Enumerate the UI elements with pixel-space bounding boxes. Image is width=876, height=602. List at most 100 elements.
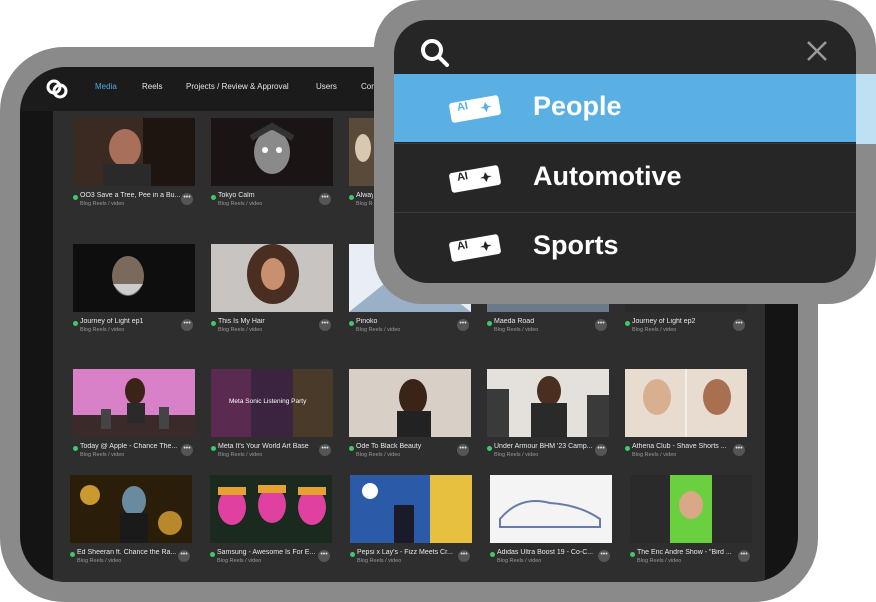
media-card[interactable]: Ed Sheeran ft. Chance the Ra... Blog Ree… bbox=[70, 475, 194, 571]
card-title: The Eric Andre Show - "Bird ... bbox=[637, 549, 732, 556]
video-thumbnail[interactable] bbox=[73, 369, 195, 437]
ai-tag-icon bbox=[449, 95, 501, 123]
more-options-button[interactable]: ••• bbox=[595, 319, 607, 331]
media-card[interactable]: Tokyo Calm Blog Reels / video ••• bbox=[211, 118, 335, 214]
status-dot bbox=[487, 321, 492, 326]
video-thumbnail[interactable] bbox=[349, 369, 471, 437]
card-subtitle: Blog Reels / video bbox=[80, 327, 125, 333]
status-dot bbox=[350, 552, 355, 557]
card-subtitle: Blog Reels / video bbox=[494, 327, 539, 333]
search-result-label: Automotive bbox=[533, 161, 682, 191]
status-dot bbox=[211, 321, 216, 326]
media-card[interactable]: Samsung - Awesome Is For E... Blog Reels… bbox=[210, 475, 334, 571]
more-options-button[interactable]: ••• bbox=[319, 193, 331, 205]
nav-media[interactable]: Media bbox=[95, 82, 117, 91]
media-card[interactable]: Today @ Apple - Chance The... Blog Reels… bbox=[73, 369, 197, 465]
video-thumbnail[interactable] bbox=[350, 475, 472, 543]
media-card[interactable]: OO3 Save a Tree, Pee in a Bu... Blog Ree… bbox=[73, 118, 197, 214]
video-thumbnail[interactable] bbox=[211, 118, 333, 186]
card-title: Today @ Apple - Chance The... bbox=[80, 443, 178, 450]
search-bar[interactable] bbox=[394, 20, 856, 74]
card-title: Athena Club - Shave Shorts ... bbox=[632, 443, 727, 450]
ai-tag-icon bbox=[449, 234, 501, 262]
card-title: OO3 Save a Tree, Pee in a Bu... bbox=[80, 192, 180, 199]
media-card[interactable]: Adidas Ultra Boost 19 - Co-C... Blog Ree… bbox=[490, 475, 614, 571]
card-title: Under Armour BHM '23 Camp... bbox=[494, 443, 593, 450]
ai-badge-text: AI bbox=[456, 170, 469, 184]
card-subtitle: Blog Reels / video bbox=[218, 327, 263, 333]
video-thumbnail[interactable] bbox=[211, 244, 333, 312]
app-logo-icon[interactable] bbox=[46, 79, 68, 99]
card-title: This Is My Hair bbox=[218, 318, 265, 325]
status-dot bbox=[625, 446, 630, 451]
media-card[interactable]: Ode To Black Beauty Blog Reels / video •… bbox=[349, 369, 473, 465]
ai-badge-text: AI bbox=[456, 239, 469, 253]
video-thumbnail[interactable] bbox=[487, 369, 609, 437]
more-options-button[interactable]: ••• bbox=[319, 444, 331, 456]
more-options-button[interactable]: ••• bbox=[457, 444, 469, 456]
selection-edge-highlight bbox=[856, 74, 876, 144]
card-subtitle: Blog Reels / video bbox=[356, 201, 373, 207]
card-subtitle: Blog Reels / video bbox=[494, 452, 539, 458]
card-title: Samsung - Awesome Is For E... bbox=[217, 549, 316, 556]
card-title: Journey of Light ep1 bbox=[80, 318, 144, 325]
video-thumbnail[interactable]: Meta Sonic Listening Party bbox=[211, 369, 333, 437]
media-card[interactable]: Meta Sonic Listening Party Meta It's You… bbox=[211, 369, 335, 465]
more-options-button[interactable]: ••• bbox=[318, 550, 330, 562]
status-dot bbox=[211, 446, 216, 451]
media-card[interactable]: This Is My Hair Blog Reels / video ••• bbox=[211, 244, 335, 340]
video-thumbnail[interactable] bbox=[349, 118, 375, 186]
card-subtitle: Blog Reels / video bbox=[356, 327, 401, 333]
video-thumbnail[interactable] bbox=[630, 475, 752, 543]
nav-users[interactable]: Users bbox=[316, 82, 337, 91]
more-options-button[interactable]: ••• bbox=[319, 319, 331, 331]
card-title: Ode To Black Beauty bbox=[356, 443, 422, 450]
nav-reels[interactable]: Reels bbox=[142, 82, 162, 91]
card-title: Journey of Light ep2 bbox=[632, 318, 696, 325]
more-options-button[interactable]: ••• bbox=[181, 319, 193, 331]
status-dot bbox=[73, 195, 78, 200]
search-result-label: People bbox=[533, 91, 622, 121]
search-popup-frame: AI People AI Automotive AI Sports bbox=[374, 0, 876, 304]
more-options-button[interactable]: ••• bbox=[178, 550, 190, 562]
more-options-button[interactable]: ••• bbox=[181, 444, 193, 456]
close-icon[interactable] bbox=[806, 40, 828, 62]
video-thumbnail[interactable] bbox=[73, 244, 195, 312]
card-title: Pinoko bbox=[356, 318, 378, 325]
media-card[interactable]: Athena Club - Shave Shorts ... Blog Reel… bbox=[625, 369, 749, 465]
more-options-button[interactable]: ••• bbox=[598, 550, 610, 562]
card-title: Pepsi x Lay's - Fizz Meets Cr... bbox=[357, 549, 453, 556]
status-dot bbox=[487, 446, 492, 451]
card-subtitle: Blog Reels / video bbox=[356, 452, 401, 458]
search-popup: AI People AI Automotive AI Sports bbox=[394, 20, 856, 283]
thumbnail-caption: Meta Sonic Listening Party bbox=[229, 398, 307, 405]
search-result-people[interactable]: AI People bbox=[394, 74, 856, 142]
media-card[interactable]: Pepsi x Lay's - Fizz Meets Cr... Blog Re… bbox=[350, 475, 474, 571]
search-result-sports[interactable]: AI Sports bbox=[394, 212, 856, 281]
more-options-button[interactable]: ••• bbox=[457, 319, 469, 331]
media-card[interactable]: Journey of Light ep1 Blog Reels / video … bbox=[73, 244, 197, 340]
status-dot bbox=[73, 446, 78, 451]
media-card[interactable]: Under Armour BHM '23 Camp... Blog Reels … bbox=[487, 369, 611, 465]
more-options-button[interactable]: ••• bbox=[458, 550, 470, 562]
card-subtitle: Blog Reels / video bbox=[637, 558, 682, 564]
card-subtitle: Blog Reels / video bbox=[218, 201, 263, 207]
video-thumbnail[interactable] bbox=[70, 475, 192, 543]
card-subtitle: Blog Reels / video bbox=[357, 558, 402, 564]
status-dot bbox=[73, 321, 78, 326]
card-subtitle: Blog Reels / video bbox=[632, 327, 677, 333]
video-thumbnail[interactable] bbox=[625, 369, 747, 437]
video-thumbnail[interactable] bbox=[210, 475, 332, 543]
search-result-automotive[interactable]: AI Automotive bbox=[394, 143, 856, 212]
ai-tag-icon bbox=[449, 165, 501, 193]
card-title: Tokyo Calm bbox=[218, 192, 255, 199]
video-thumbnail[interactable] bbox=[490, 475, 612, 543]
more-options-button[interactable]: ••• bbox=[738, 550, 750, 562]
more-options-button[interactable]: ••• bbox=[595, 444, 607, 456]
nav-projects-review-approval[interactable]: Projects / Review & Approval bbox=[186, 82, 289, 91]
media-card[interactable]: The Eric Andre Show - "Bird ... Blog Ree… bbox=[630, 475, 754, 571]
more-options-button[interactable]: ••• bbox=[181, 193, 193, 205]
more-options-button[interactable]: ••• bbox=[733, 444, 745, 456]
video-thumbnail[interactable] bbox=[73, 118, 195, 186]
more-options-button[interactable]: ••• bbox=[733, 319, 745, 331]
